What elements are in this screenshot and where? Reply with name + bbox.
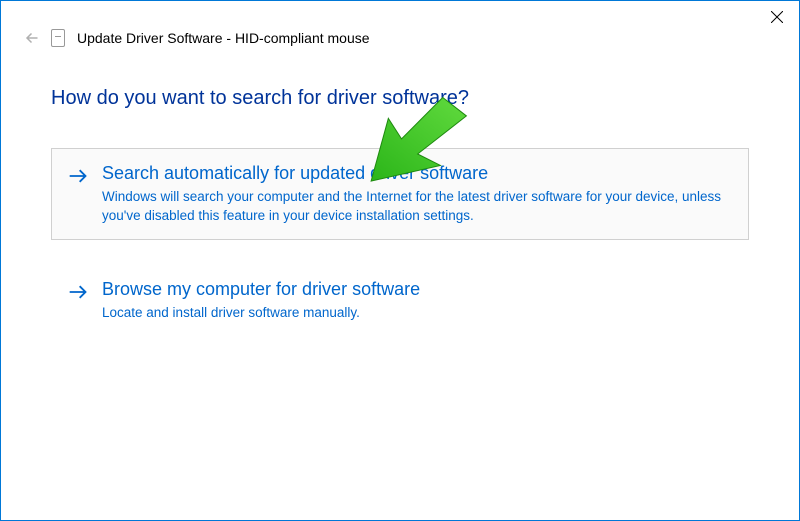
wizard-title: Update Driver Software - HID-compliant m…	[77, 30, 370, 46]
back-arrow-icon	[21, 29, 39, 47]
option-description: Windows will search your computer and th…	[102, 188, 732, 225]
device-icon	[51, 29, 65, 47]
wizard-header: Update Driver Software - HID-compliant m…	[1, 1, 799, 57]
close-button[interactable]	[754, 2, 799, 32]
back-button[interactable]	[21, 29, 39, 47]
option-title: Browse my computer for driver software	[102, 279, 732, 300]
option-browse-computer[interactable]: Browse my computer for driver software L…	[51, 264, 749, 338]
arrow-right-icon	[68, 282, 88, 323]
option-text-block: Browse my computer for driver software L…	[102, 279, 732, 323]
arrow-right-icon	[68, 166, 88, 225]
close-icon	[771, 11, 783, 23]
option-search-automatically[interactable]: Search automatically for updated driver …	[51, 148, 749, 240]
titlebar	[754, 1, 799, 33]
option-text-block: Search automatically for updated driver …	[102, 163, 732, 225]
option-description: Locate and install driver software manua…	[102, 304, 732, 323]
content-area: How do you want to search for driver sof…	[1, 57, 799, 338]
page-heading: How do you want to search for driver sof…	[51, 87, 749, 110]
option-title: Search automatically for updated driver …	[102, 163, 732, 184]
